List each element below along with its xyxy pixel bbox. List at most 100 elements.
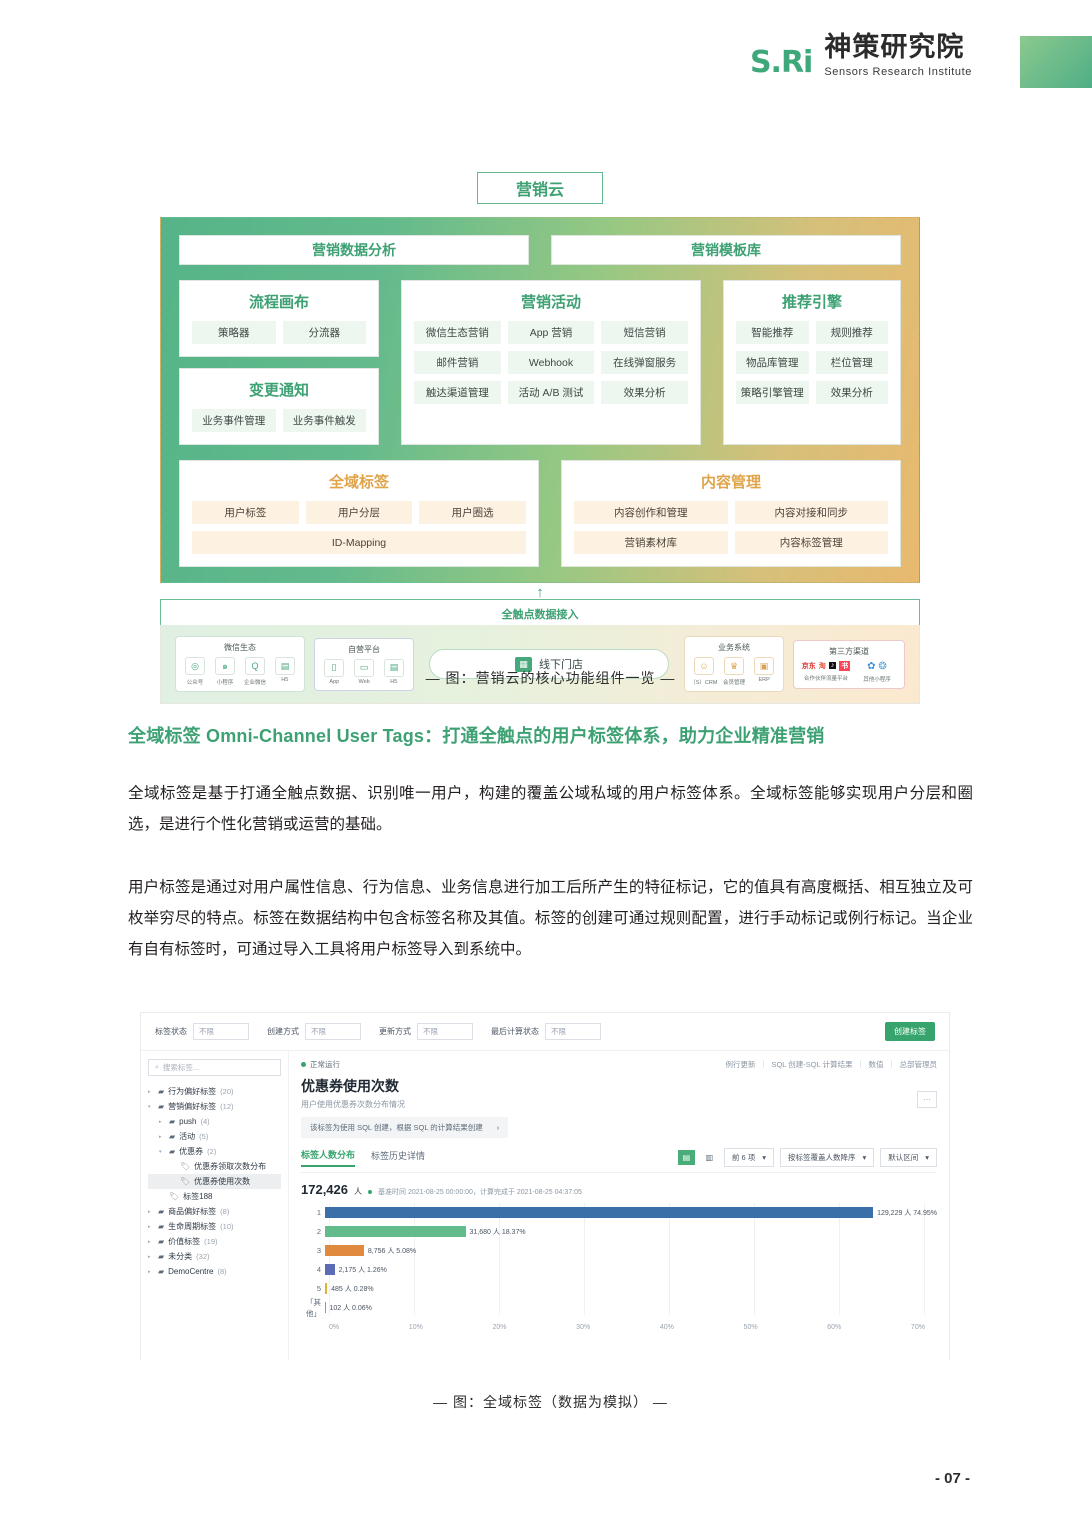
tab-bar: 标签人数分布 标签历史详情 ▤ ▥ 前 6 项 ▾ 按标签覆盖人数降序 ▾ 默认… (301, 1148, 937, 1173)
chip-email-marketing: 邮件营销 (414, 351, 501, 374)
source-title: 自营平台 (348, 644, 380, 654)
chart-bar[interactable] (325, 1207, 874, 1218)
tree-item-count: (19) (204, 1237, 218, 1246)
tag-tree-sidebar: ⌕ 搜索标签... ▸ ▰ 行为偏好标签 (20) ▾ ▰ 营销偏好标签 (12) ▸ ▰ push… (141, 1051, 289, 1360)
search-input[interactable]: ⌕ 搜索标签... (148, 1059, 281, 1076)
filter-update-method[interactable]: 更新方式 不限 (379, 1023, 473, 1040)
filter-create-method[interactable]: 创建方式 不限 (267, 1023, 361, 1040)
tab-distribution[interactable]: 标签人数分布 (301, 1148, 356, 1167)
caret-icon[interactable]: ▾ (148, 1104, 154, 1110)
tree-item[interactable]: ▾ ▰ 优惠券 (2) (148, 1144, 281, 1159)
filter-value[interactable]: 不限 (193, 1023, 249, 1040)
tag-icon: 🏷 (169, 1192, 180, 1201)
chip-material-library: 营销素材库 (574, 531, 728, 554)
filter-label: 更新方式 (379, 1027, 411, 1036)
tree-item-label: 生命周期标签 (168, 1222, 217, 1231)
tree-item[interactable]: ▸ ▰ 活动 (5) (148, 1129, 281, 1144)
chart-bar[interactable] (325, 1283, 328, 1294)
tree-item[interactable]: ▸ ▰ DemoCentre (8) (148, 1264, 281, 1279)
caret-icon[interactable]: ▸ (148, 1224, 154, 1230)
figure-caption-2: — 图：全域标签（数据为模拟） — (433, 1394, 668, 1410)
status-dot-icon (301, 1062, 306, 1067)
caret-icon[interactable]: ▸ (148, 1254, 154, 1260)
tab-history[interactable]: 标签历史详情 (371, 1149, 425, 1166)
panel-change-notify: 变更通知 业务事件管理 业务事件触发 (179, 368, 379, 445)
tree-item[interactable]: 🏷 标签188 (148, 1189, 281, 1204)
tree-item[interactable]: ▸ ▰ 行为偏好标签 (20) (148, 1084, 281, 1099)
column-chart-icon[interactable]: ▥ (701, 1150, 718, 1165)
filter-toolbar: 标签状态 不限 创建方式 不限 更新方式 不限 最后计算状态 不限 创建标签 (141, 1013, 949, 1051)
chip-id-mapping: ID-Mapping (192, 531, 526, 554)
folder-icon: ▰ (158, 1087, 165, 1096)
meta-link[interactable]: 总部管理员 (900, 1059, 938, 1070)
tree-item[interactable]: ▸ ▰ 商品偏好标签 (8) (148, 1204, 281, 1219)
brand-logo: S.Ri 神策研究院 Sensors Research Institute (750, 34, 972, 79)
page-number: - 07 - (934, 1470, 970, 1487)
select-sort-order[interactable]: 按标签覆盖人数降序 ▾ (779, 1148, 875, 1167)
sql-note-banner[interactable]: 该标签为使用 SQL 创建，根据 SQL 的计算结果创建 › (301, 1117, 509, 1138)
create-tag-button[interactable]: 创建标签 (885, 1022, 935, 1041)
bar-category-label: 2 (316, 1227, 321, 1236)
bar-category-label: 3 (316, 1246, 321, 1255)
caret-icon[interactable]: ▾ (159, 1149, 165, 1155)
caret-icon[interactable]: ▸ (148, 1089, 154, 1095)
paragraph-1: 全域标签是基于打通全触点数据、识别唯一用户，构建的覆盖公域私域的用户标签体系。全… (128, 785, 973, 833)
caret-icon[interactable]: ▸ (148, 1269, 154, 1275)
chart-bar[interactable] (325, 1264, 335, 1275)
panel-process-canvas: 流程画布 策略器 分流器 (179, 280, 379, 357)
filter-value[interactable]: 不限 (305, 1023, 361, 1040)
chip-content-create: 内容创作和管理 (574, 501, 728, 524)
chart-bar-row: 2 31,680 人 18.37% (301, 1222, 937, 1241)
filter-label: 标签状态 (155, 1027, 187, 1036)
panel-title: 流程画布 (248, 294, 309, 311)
select-top-n[interactable]: 前 6 项 ▾ (723, 1148, 774, 1167)
bar-value-label: 485 人 0.28% (331, 1285, 374, 1293)
diagram-title: 营销云 (477, 172, 603, 204)
folder-icon: ▰ (158, 1222, 165, 1231)
bar-value-label: 8,756 人 5.08% (367, 1247, 417, 1255)
tree-item[interactable]: ▸ ▰ 价值标签 (19) (148, 1234, 281, 1249)
tree-item[interactable]: ▾ ▰ 营销偏好标签 (12) (148, 1099, 281, 1114)
panel-title: 推荐引擎 (781, 294, 842, 311)
bar-chart-icon[interactable]: ▤ (677, 1150, 695, 1165)
source-title: 微信生态 (224, 643, 256, 652)
meta-separator: | (859, 1059, 862, 1068)
chip-user-layer: 用户分层 (305, 501, 413, 524)
chevron-right-icon: › (496, 1123, 500, 1132)
tree-item[interactable]: ▸ ▰ 未分类 (32) (148, 1249, 281, 1264)
caret-icon[interactable]: ▸ (159, 1119, 165, 1125)
caret-icon[interactable]: ▸ (148, 1239, 154, 1245)
panel-title: 内容管理 (700, 474, 761, 491)
chart-bar[interactable] (325, 1245, 364, 1256)
tree-item[interactable]: ▸ ▰ push (4) (148, 1114, 281, 1129)
tree-item-count: (32) (196, 1252, 210, 1261)
caret-icon[interactable]: ▸ (148, 1209, 154, 1215)
chip-event-trigger: 业务事件触发 (282, 409, 366, 432)
tag-distribution-chart: 1 129,229 人 74.95% 2 31,680 人 18.37% 3 8,756 … (301, 1203, 937, 1331)
tree-item[interactable]: ▸ ▰ 生命周期标签 (10) (148, 1219, 281, 1234)
access-label: 全触点数据接入 (491, 606, 589, 622)
paragraph-2: 用户标签是通过对用户属性信息、行为信息、业务信息进行加工后所产生的特征标记，它的… (128, 879, 973, 958)
tree-item-label: 营销偏好标签 (168, 1102, 217, 1111)
meta-link[interactable]: SQL 创建-SQL 计算结果 (771, 1059, 852, 1070)
filter-value[interactable]: 不限 (545, 1023, 601, 1040)
tree-item[interactable]: 🏷 优惠券使用次数 (148, 1174, 281, 1189)
caret-icon[interactable]: ▸ (159, 1134, 165, 1140)
filter-label: 创建方式 (267, 1027, 299, 1036)
select-interval[interactable]: 默认区间 ▾ (880, 1148, 937, 1167)
filter-value[interactable]: 不限 (417, 1023, 473, 1040)
meta-link[interactable]: 例行更新 (726, 1059, 756, 1070)
chart-bar[interactable] (325, 1226, 466, 1237)
meta-link[interactable]: 数值 (869, 1059, 884, 1070)
filter-last-compute-status[interactable]: 最后计算状态 不限 (491, 1023, 601, 1040)
tag-title: 优惠券使用次数 (301, 1078, 399, 1094)
tree-item[interactable]: 🏷 优惠券领取次数分布 (148, 1159, 281, 1174)
chart-bar-row: 5 485 人 0.28% (301, 1279, 937, 1298)
x-tick-label: 0% (329, 1324, 340, 1331)
chip-rule-recommend: 规则推荐 (815, 321, 888, 344)
meta-separator: | (890, 1059, 893, 1068)
bar-category-label: 5 (316, 1284, 321, 1293)
select-label: 前 6 项 (731, 1153, 756, 1162)
filter-tag-status[interactable]: 标签状态 不限 (155, 1023, 249, 1040)
ellipsis-icon[interactable]: ··· (917, 1091, 937, 1108)
